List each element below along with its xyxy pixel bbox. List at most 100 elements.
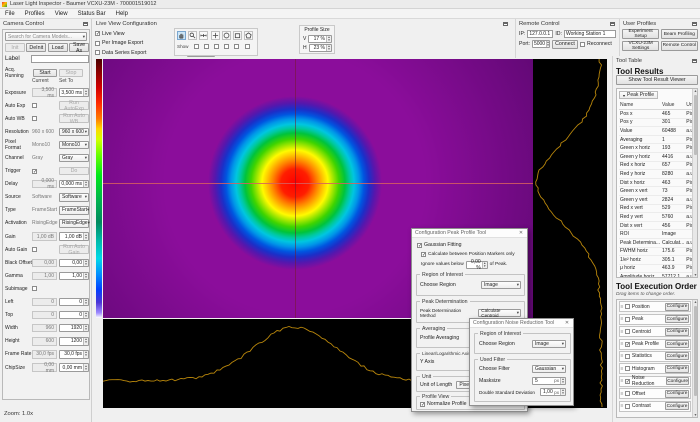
ignore-spinner[interactable]: 0,00 % ▴▾ (466, 261, 488, 269)
drag-handle-icon[interactable]: ≡ (621, 353, 623, 359)
show-profile-checkbox-2[interactable] (204, 44, 209, 49)
black-offset-spinner[interactable]: 0,00▴▾ (59, 259, 89, 268)
drag-handle-icon[interactable]: ≡ (621, 316, 623, 322)
drag-handle-icon[interactable]: ≡ (621, 403, 623, 409)
spinner-arrows-icon[interactable]: ▴▾ (83, 299, 88, 306)
configure-button[interactable]: Configure (666, 377, 689, 385)
configure-button[interactable]: Configure (665, 315, 689, 323)
top-spinner[interactable]: 0▴▾ (59, 311, 89, 320)
live-view-checkbox[interactable] (95, 31, 100, 36)
show-profile-checkbox-1[interactable] (194, 44, 199, 49)
float-panel-icon[interactable] (503, 22, 508, 26)
source-dropdown[interactable]: Software▾ (59, 193, 89, 202)
show-profile-checkbox-5[interactable] (234, 44, 239, 49)
configure-button[interactable]: Configure (665, 340, 689, 348)
close-icon[interactable]: ✕ (563, 320, 571, 326)
start-button[interactable]: Start (33, 69, 57, 78)
save-as-button[interactable]: Save As (69, 43, 89, 52)
spinner-arrows-icon[interactable]: ▴▾ (83, 181, 88, 188)
gain-spinner[interactable]: 1,00 dB▴▾ (59, 232, 89, 241)
configure-button[interactable]: Configure (665, 303, 689, 311)
show-profile-checkbox-6[interactable] (245, 44, 250, 49)
exec-item-checkbox[interactable] (625, 379, 630, 384)
subimage-checkbox[interactable] (32, 286, 37, 291)
filter-dropdown[interactable]: Gaussian ▾ (532, 365, 566, 373)
spinner-arrows-icon[interactable]: ▴▾ (546, 41, 549, 47)
dialog-title-bar[interactable]: Configuration Peak Profile Tool ✕ (412, 229, 527, 238)
do-button[interactable]: Do (59, 167, 89, 176)
drag-handle-icon[interactable]: ≡ (621, 341, 623, 347)
exec-item-checkbox[interactable] (625, 404, 630, 409)
run-auto-gain-button[interactable]: Run Auto Gain (59, 245, 89, 254)
exec-item-position[interactable]: ≡PositionConfigure (619, 301, 692, 312)
scrollbar-thumb[interactable] (694, 306, 698, 396)
spinner-arrows-icon[interactable]: ▴▾ (83, 312, 88, 319)
type-dropdown[interactable]: FrameStart▾ (59, 206, 89, 215)
drag-handle-icon[interactable]: ≡ (621, 366, 623, 372)
menu-profiles[interactable]: Profiles (20, 9, 50, 19)
load-button[interactable]: Load (48, 43, 68, 52)
profile-size-v-spinner[interactable]: 17 % ▴▾ (308, 35, 332, 43)
reconnect-checkbox[interactable] (580, 42, 585, 47)
ip-field[interactable]: 127.0.0.1 (527, 30, 553, 38)
data-series-export-checkbox[interactable] (95, 50, 100, 55)
exec-item-checkbox[interactable] (625, 317, 630, 322)
float-panel-icon[interactable] (610, 22, 615, 26)
configure-button[interactable]: Configure (665, 402, 689, 410)
configure-button[interactable]: Configure (665, 365, 689, 373)
pan-tool-icon[interactable] (177, 31, 186, 40)
execution-scrollbar[interactable]: ▲ ▼ (692, 300, 697, 417)
exec-item-contrast[interactable]: ≡ContrastConfigure (619, 401, 692, 412)
circle-roi-tool-icon[interactable] (222, 31, 231, 40)
spinner-arrows-icon[interactable]: ▴▾ (83, 89, 88, 96)
pixel-format-dropdown[interactable]: Mono10▾ (59, 141, 89, 150)
deinit-button[interactable]: DeInit (26, 43, 46, 52)
normalize-checkbox[interactable] (420, 402, 425, 407)
vertical-crosshair[interactable] (295, 59, 296, 318)
menu-help[interactable]: Help (111, 9, 133, 19)
run-auto-wb-button[interactable]: Run Auto WB (59, 114, 89, 123)
float-panel-icon[interactable] (83, 22, 88, 26)
spinner-arrows-icon[interactable]: ▴▾ (560, 389, 565, 395)
show-profile-checkbox-3[interactable] (214, 44, 219, 49)
scrollbar-thumb[interactable] (694, 95, 698, 155)
spinner-arrows-icon[interactable]: ▴▾ (482, 262, 487, 268)
configure-button[interactable]: Configure (665, 390, 689, 398)
drag-handle-icon[interactable]: ≡ (621, 378, 623, 384)
drag-handle-icon[interactable]: ≡ (621, 304, 623, 310)
run-autoexp-button[interactable]: Run AutoExp (59, 101, 89, 110)
exec-item-checkbox[interactable] (625, 354, 630, 359)
exec-item-checkbox[interactable] (625, 304, 630, 309)
exec-item-checkbox[interactable] (625, 342, 630, 347)
exec-item-checkbox[interactable] (625, 366, 630, 371)
show-profile-checkbox-4[interactable] (224, 44, 229, 49)
spinner-arrows-icon[interactable]: ▴▾ (83, 273, 88, 280)
exec-item-noise-reduction[interactable]: ≡Noise ReductionConfigure (619, 376, 692, 387)
port-spinner[interactable]: 5000 ▴▾ (532, 40, 550, 48)
exec-item-statistics[interactable]: ≡StatisticsConfigure (619, 351, 692, 362)
init-button[interactable]: Init (5, 43, 25, 52)
close-icon[interactable]: ✕ (517, 230, 525, 236)
drag-handle-icon[interactable]: ≡ (621, 329, 623, 335)
exec-item-offset[interactable]: ≡OffsetConfigure (619, 388, 692, 399)
label-input[interactable] (31, 55, 89, 63)
float-panel-icon[interactable] (692, 59, 697, 63)
exec-item-centroid[interactable]: ≡CentroidConfigure (619, 326, 692, 337)
spinner-arrows-icon[interactable]: ▴▾ (560, 378, 565, 384)
frame-rate-spinner[interactable]: 30,0 fps▴▾ (59, 350, 89, 359)
auto-gain-checkbox[interactable] (32, 247, 37, 252)
stop-button[interactable]: Stop (59, 69, 83, 78)
calc-markers-checkbox[interactable] (421, 252, 426, 257)
experiment-setup-profile-button[interactable]: Experiment Setup (622, 29, 659, 39)
auto-exp-checkbox[interactable] (32, 103, 37, 108)
spinner-arrows-icon[interactable]: ▴▾ (83, 338, 88, 345)
auto-wb-checkbox[interactable] (32, 116, 37, 121)
spinner-arrows-icon[interactable]: ▴▾ (83, 233, 88, 240)
exec-item-peak[interactable]: ≡PeakConfigure (619, 314, 692, 325)
scroll-down-icon[interactable]: ▼ (693, 413, 698, 417)
configure-button[interactable]: Configure (665, 328, 689, 336)
activation-dropdown[interactable]: RisingEdge▾ (59, 219, 89, 228)
menu-file[interactable]: File (0, 9, 20, 19)
peak-method-dropdown[interactable]: Calculate Centroid ▾ (478, 309, 521, 317)
horizontal-crosshair[interactable] (103, 183, 533, 184)
